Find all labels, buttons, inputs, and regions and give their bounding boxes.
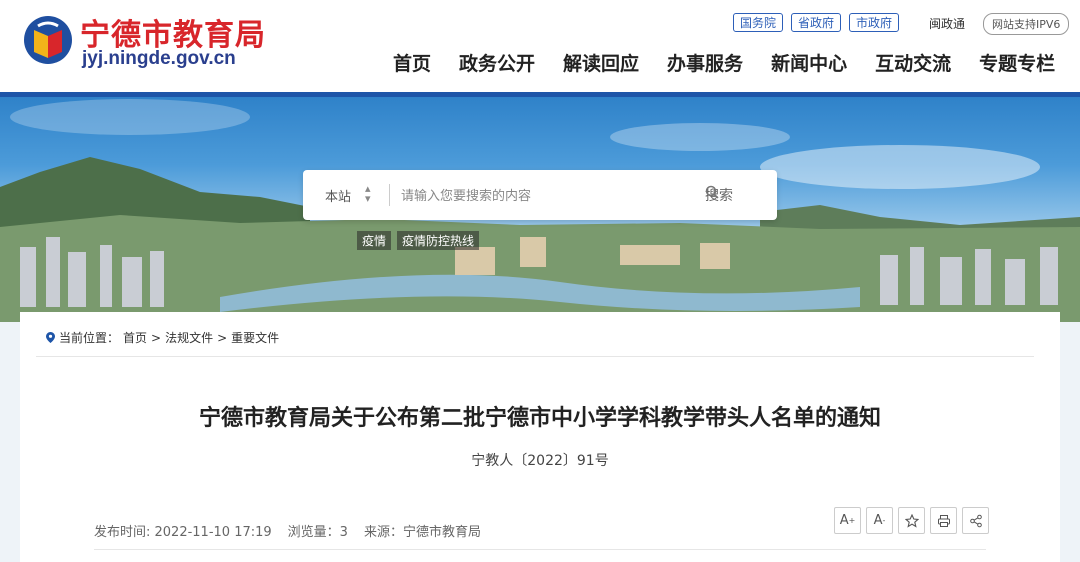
share-button[interactable]	[962, 507, 989, 534]
ipv6-badge: 网站支持IPV6	[983, 13, 1070, 35]
search-divider	[389, 184, 390, 206]
print-button[interactable]	[930, 507, 957, 534]
location-pin-icon	[46, 332, 55, 343]
printer-icon	[937, 514, 950, 527]
search-input[interactable]	[401, 184, 691, 206]
breadcrumb-home[interactable]: 首页	[123, 329, 147, 346]
link-city-gov[interactable]: 市政府	[849, 13, 900, 32]
nav-news[interactable]: 新闻中心	[771, 49, 847, 76]
font-increase-button[interactable]: A +	[834, 507, 861, 534]
share-icon	[969, 514, 982, 527]
link-state-council[interactable]: 国务院	[733, 13, 784, 32]
breadcrumb-important-docs[interactable]: 重要文件	[231, 329, 279, 346]
meta-divider	[94, 549, 986, 550]
hot-search-tags: 疫情 疫情防控热线	[357, 231, 480, 250]
publish-time: 发布时间: 2022-11-10 17:19	[94, 525, 272, 540]
breadcrumb-label: 当前位置：	[59, 331, 120, 345]
site-header: 宁德市教育局 jyj.ningde.gov.cn 国务院 省政府 市政府 闽政通…	[0, 0, 1080, 92]
search-scope-select[interactable]: 本站	[325, 186, 351, 205]
article-meta: 发布时间: 2022-11-10 17:19 浏览量：3 来源：宁德市教育局	[94, 521, 481, 540]
document-number: 宁教人〔2022〕91号	[471, 453, 609, 469]
nav-government-affairs[interactable]: 政务公开	[459, 49, 535, 76]
min-zheng-tong-link[interactable]: 闽政通	[929, 15, 965, 32]
breadcrumb-separator: >	[217, 330, 228, 345]
breadcrumb-divider	[36, 356, 1034, 357]
font-increase-label: A	[839, 513, 849, 528]
font-decrease-label: A	[873, 513, 883, 528]
article-title: 宁德市教育局关于公布第二批宁德市中小学学科教学带头人名单的通知	[198, 406, 881, 431]
top-links: 国务院 省政府 市政府	[733, 13, 900, 32]
nav-services[interactable]: 办事服务	[667, 49, 743, 76]
education-bureau-logo[interactable]	[22, 12, 74, 68]
main-nav: 首页 政务公开 解读回应 办事服务 新闻中心 互动交流 专题专栏	[393, 49, 1055, 76]
nav-special-topics[interactable]: 专题专栏	[979, 49, 1055, 76]
favorite-button[interactable]	[898, 507, 925, 534]
link-provincial-gov[interactable]: 省政府	[791, 13, 842, 32]
nav-interaction[interactable]: 互动交流	[875, 49, 951, 76]
city-banner: 本站 ▴▾ 搜索 疫情 疫情防控热线	[0, 97, 1080, 322]
scope-chevron-icon[interactable]: ▴ ▾	[365, 183, 371, 204]
hot-tag-epidemic-hotline[interactable]: 疫情防控热线	[397, 231, 480, 250]
site-domain: jyj.ningde.gov.cn	[82, 48, 236, 69]
breadcrumb-regulations[interactable]: 法规文件	[165, 329, 213, 346]
article-source: 来源：宁德市教育局	[363, 525, 481, 540]
search-button[interactable]: 搜索	[705, 185, 733, 205]
nav-home[interactable]: 首页	[393, 49, 431, 76]
search-icon	[705, 185, 719, 199]
view-count: 浏览量：3	[287, 525, 348, 540]
hot-tag-epidemic[interactable]: 疫情	[357, 231, 392, 250]
article-panel: 当前位置： 首页 > 法规文件 > 重要文件 宁德市教育局关于公布第二批宁德市中…	[20, 312, 1060, 562]
article-tools: A + A-	[834, 507, 989, 534]
star-icon	[904, 513, 919, 528]
breadcrumb-separator: >	[151, 330, 162, 345]
nav-interpretation[interactable]: 解读回应	[563, 49, 639, 76]
font-decrease-button[interactable]: A-	[866, 507, 893, 534]
search-box: 本站 ▴▾ 搜索	[303, 170, 777, 220]
breadcrumb: 当前位置： 首页 > 法规文件 > 重要文件	[46, 329, 279, 346]
